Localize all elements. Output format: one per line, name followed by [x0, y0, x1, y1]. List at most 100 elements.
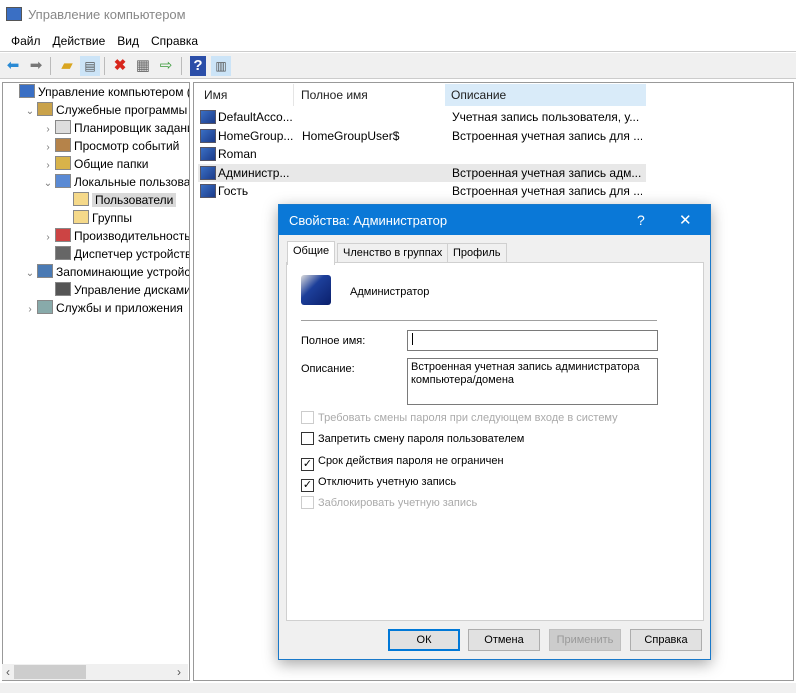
cell-description: Встроенная учетная запись адм... [452, 165, 642, 180]
checkbox-icon[interactable] [301, 496, 314, 509]
ok-button[interactable]: ОК [388, 629, 460, 651]
tree-item-label: Группы [92, 211, 132, 225]
checkbox-label: Требовать смены пароля при следующем вхо… [318, 412, 618, 424]
checkbox-icon[interactable] [301, 411, 314, 424]
checkbox-option[interactable]: ✓ Отключить учетную запись [301, 475, 457, 492]
tree-item-label: Пользователи [92, 193, 177, 207]
chevron-down-icon[interactable]: ⌄ [23, 265, 37, 283]
tree-item[interactable]: Управление дисками [41, 281, 189, 299]
tab-general[interactable]: Общие [287, 241, 336, 265]
cell-fullname: HomeGroupUser$ [302, 128, 400, 143]
tree-node-icon [55, 120, 71, 134]
user-icon [200, 184, 216, 198]
show-hide-tree-icon[interactable]: ▤ [80, 56, 100, 76]
forward-icon[interactable]: ➡ [26, 56, 46, 76]
tree-node-icon [55, 174, 71, 188]
checkbox-checked-icon[interactable]: ✓ [301, 458, 314, 471]
close-button[interactable]: ✕ [679, 211, 692, 229]
help-icon[interactable]: ? [190, 56, 206, 76]
cell-name: Администр... [218, 165, 290, 180]
tree-item[interactable]: Пользователи [59, 191, 177, 209]
tree-item[interactable]: › Общие папки [41, 155, 148, 173]
user-icon [200, 128, 216, 143]
description-input[interactable]: Встроенная учетная запись администратора… [407, 358, 658, 405]
tree-node-icon [55, 228, 71, 242]
column-header-name[interactable]: Имя [198, 84, 294, 106]
computer-management-icon [6, 7, 22, 21]
horizontal-scrollbar[interactable]: ‹ › [2, 664, 188, 680]
action-pane-icon[interactable]: ▥ [211, 56, 231, 76]
checkbox-icon[interactable] [301, 432, 314, 445]
table-row[interactable]: Администр... Встроенная учетная запись ад… [198, 163, 646, 182]
tree-item-label: Службы и приложения [56, 301, 183, 315]
table-row[interactable]: Гость Встроенная учетная запись для ... [198, 182, 646, 200]
status-bar [0, 683, 796, 693]
tree-item[interactable]: ⌄ Локальные пользовате [41, 173, 189, 193]
tree-node-icon [55, 156, 71, 170]
toolbar: ⬅ ➡ ▰ ▤ ✖ ▦ ⇨ ? ▥ [0, 53, 796, 79]
column-header-description[interactable]: Описание [445, 84, 646, 106]
menu-file[interactable]: Файл [5, 31, 47, 51]
table-row[interactable]: HomeGroup... HomeGroupUser$ Встроенная уче… [198, 127, 646, 145]
tree-item[interactable]: › Просмотр событий [41, 137, 179, 155]
cell-name: Гость [218, 184, 249, 198]
scroll-left-icon[interactable]: ‹ [6, 665, 10, 679]
help-button[interactable]: ? [637, 212, 645, 228]
chevron-down-icon[interactable]: ⌄ [41, 175, 55, 193]
checkbox-checked-icon[interactable]: ✓ [301, 479, 314, 492]
checkbox-option[interactable]: Требовать смены пароля при следующем вхо… [301, 411, 618, 427]
checkbox-option[interactable]: Заблокировать учетную запись [301, 496, 477, 512]
properties-icon[interactable]: ▦ [133, 56, 153, 76]
tree-item-label: Запоминающие устройст [56, 265, 190, 279]
table-row[interactable]: Roman [198, 145, 646, 163]
tree-node-icon [19, 84, 35, 98]
back-icon[interactable]: ⬅ [3, 56, 23, 76]
chevron-right-icon[interactable]: › [23, 301, 37, 319]
scroll-thumb[interactable] [14, 665, 86, 679]
tree-item-label: Производительность [74, 229, 190, 243]
tree-item-label: Управление компьютером (л [38, 85, 190, 99]
tree-node-icon [55, 138, 71, 152]
tree-item[interactable]: ⌄ Служебные программы [23, 101, 187, 119]
tree-item[interactable]: › Службы и приложения [23, 299, 183, 317]
tab-profile[interactable]: Профиль [447, 243, 507, 263]
up-folder-icon[interactable]: ▰ [57, 56, 77, 76]
cell-name: DefaultAcco... [218, 110, 293, 124]
cell-description: Встроенная учетная запись для ... [452, 128, 642, 143]
tree-item[interactable]: Управление компьютером (л [5, 83, 190, 101]
checkbox-label: Отключить учетную запись [318, 476, 457, 488]
tree-item[interactable]: Диспетчер устройств [41, 245, 189, 263]
table-row[interactable]: DefaultAcco... Учетная запись пользовател… [198, 108, 646, 126]
checkbox-option[interactable]: Запретить смену пароля пользователем [301, 432, 524, 448]
tree-item[interactable]: › Планировщик заданий [41, 119, 189, 137]
tree-node-icon [37, 264, 53, 278]
tab-membership[interactable]: Членство в группах [337, 243, 449, 263]
tree-item[interactable]: ⌄ Запоминающие устройст [23, 263, 190, 283]
cell-name: HomeGroup... [218, 128, 294, 143]
chevron-down-icon[interactable]: ⌄ [23, 103, 37, 121]
menu-action[interactable]: Действие [47, 31, 112, 51]
user-avatar-icon [301, 275, 331, 305]
tree-item[interactable]: Группы [59, 209, 132, 227]
column-header-fullname[interactable]: Полное имя [295, 84, 445, 106]
cell-name: Roman [218, 147, 257, 161]
tree-item[interactable]: › Производительность [41, 227, 190, 245]
cell-description: Встроенная учетная запись для ... [452, 184, 642, 198]
export-icon[interactable]: ⇨ [156, 56, 176, 76]
menu-help[interactable]: Справка [145, 31, 204, 51]
tree-node-icon [37, 300, 53, 314]
fullname-input[interactable] [407, 330, 658, 351]
checkbox-option[interactable]: ✓ Срок действия пароля не ограничен [301, 454, 504, 471]
menu-view[interactable]: Вид [111, 31, 145, 51]
dialog-title-bar: Свойства: Администратор ? ✕ [279, 205, 710, 235]
folder-icon [73, 192, 89, 206]
scroll-right-icon[interactable]: › [177, 665, 181, 679]
dialog-title: Свойства: Администратор [289, 213, 448, 228]
cancel-button[interactable]: Отмена [468, 629, 540, 651]
delete-icon[interactable]: ✖ [110, 56, 130, 76]
tree-node-icon [37, 102, 53, 116]
user-icon [200, 110, 216, 124]
help-dialog-button[interactable]: Справка [630, 629, 702, 651]
checkbox-label: Срок действия пароля не ограничен [318, 455, 504, 467]
apply-button[interactable]: Применить [549, 629, 621, 651]
